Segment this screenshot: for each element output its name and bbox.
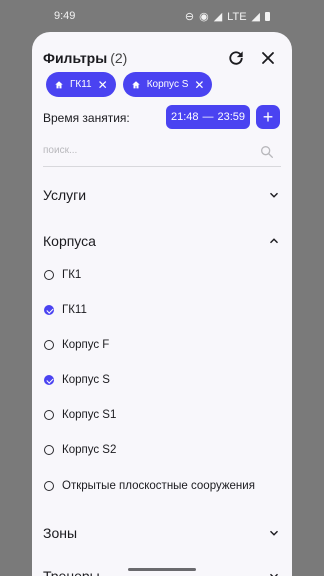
time-dash: — [202,111,214,123]
section-services[interactable]: Услуги [43,183,281,207]
active-filter-chips: ГК11 ✕ Корпус S ✕ [46,72,213,97]
search-input[interactable] [43,141,243,160]
home-icon [131,80,140,88]
time-range-button[interactable]: 21:48 — 23:59 [166,105,250,129]
item-label: Корпус S2 [62,444,117,456]
battery-icon [265,12,270,21]
refresh-icon[interactable] [226,48,246,68]
section-title: Зоны [43,525,78,541]
close-icon[interactable] [258,48,278,68]
chevron-down-icon [270,530,278,536]
chevron-down-icon [270,192,278,198]
gesture-handle[interactable] [128,568,196,571]
radio-button[interactable] [44,410,54,420]
item-label: ГК11 [62,304,87,316]
status-bar: 9:49 ⊖ ◉ ◢ LTE ◢ [0,0,324,30]
section-title: Услуги [43,187,87,203]
item-label: Корпус F [62,339,110,351]
filter-count: (2) [110,50,128,66]
list-item[interactable]: ГК1 [44,269,81,281]
search-field [43,140,281,167]
radio-button[interactable] [44,481,54,491]
list-item[interactable]: Корпус S [44,374,110,386]
signal-icon: ◢ [213,11,223,23]
section-title: Корпуса [43,233,96,249]
signal-strength-icon: ◢ [251,11,260,23]
dnd-icon: ⊖ [184,11,195,23]
chip-label: ГК11 [70,79,92,90]
close-icon[interactable]: ✕ [98,79,108,91]
section-zones[interactable]: Зоны [43,521,281,545]
chevron-down-icon [270,573,278,576]
time-filter-label: Время занятия: [43,111,130,125]
item-label: Открытые плоскостные сооружения [62,480,255,492]
filters-sheet: Фильтры (2) ГК11 ✕ Корпус S ✕ Время занят… [32,32,292,576]
list-item[interactable]: Корпус S2 [44,444,116,456]
radio-button-checked[interactable] [44,375,54,385]
filter-chip[interactable]: Корпус S ✕ [122,72,213,97]
list-item[interactable]: ГК11 [44,304,87,316]
chevron-up-icon [270,238,278,244]
chip-label: Корпус S [146,79,189,90]
item-label: ГК1 [62,269,82,281]
time-start: 21:48 [170,111,199,123]
search-icon[interactable] [259,144,275,160]
list-item[interactable]: Корпус F [44,339,109,351]
section-title: Тренеры [43,568,100,576]
home-icon [55,80,63,88]
list-item[interactable]: Открытые плоскостные сооружения [44,480,255,492]
radio-button[interactable] [44,270,54,280]
game-icon: ◉ [199,11,209,23]
list-item[interactable]: Корпус S1 [44,409,116,421]
status-icons: ⊖ ◉ ◢ LTE ◢ [185,10,270,23]
radio-button[interactable] [44,340,54,350]
section-buildings[interactable]: Корпуса [43,229,281,253]
item-label: Корпус S [62,374,110,386]
radio-button-checked[interactable] [44,305,54,315]
title-text: Фильтры [43,50,108,66]
add-time-button[interactable]: + [256,105,280,129]
item-label: Корпус S1 [62,409,117,421]
filter-chip[interactable]: ГК11 ✕ [46,72,116,97]
time-end: 23:59 [217,111,246,123]
close-icon[interactable]: ✕ [194,79,204,91]
page-title: Фильтры (2) [43,50,127,66]
radio-button[interactable] [44,445,54,455]
network-label: LTE [227,10,247,23]
status-time: 9:49 [54,10,76,22]
